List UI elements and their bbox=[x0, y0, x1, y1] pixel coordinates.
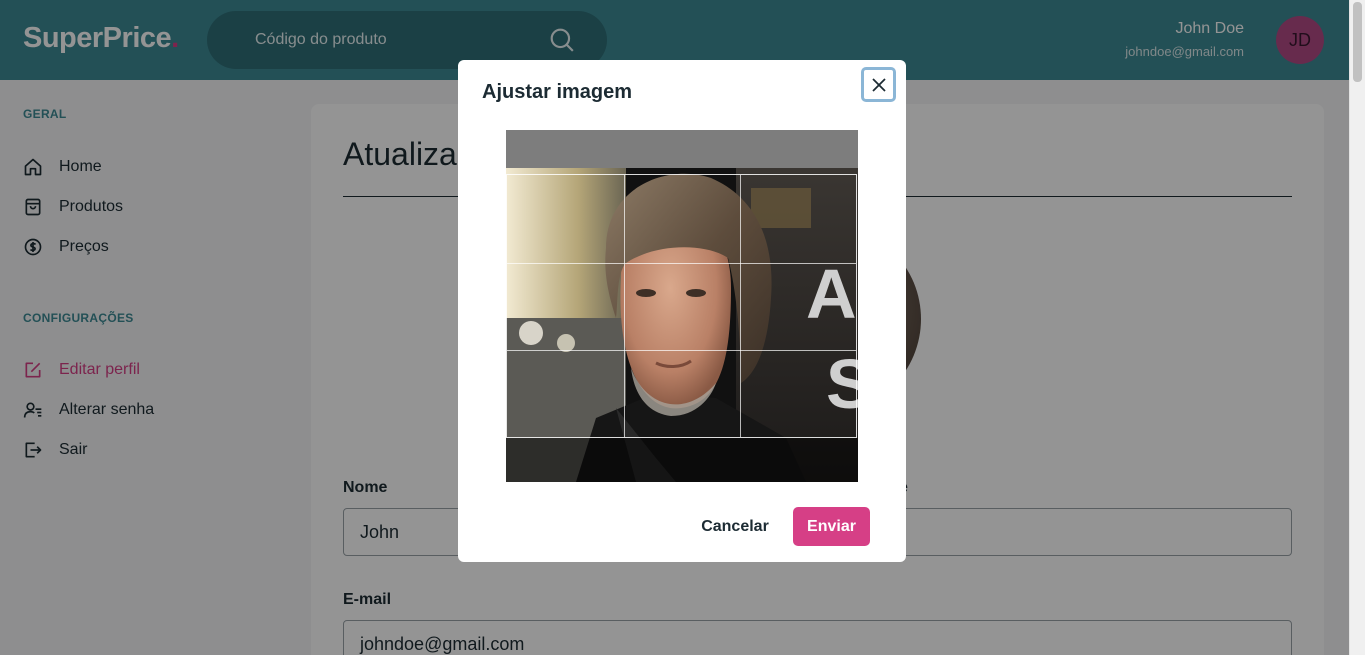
crop-outside-shade bbox=[506, 438, 858, 482]
page-scrollbar[interactable] bbox=[1349, 0, 1365, 655]
close-button[interactable] bbox=[861, 67, 896, 102]
crop-image-modal: Ajustar imagem A S Cancelar Enviar bbox=[458, 60, 906, 562]
close-icon bbox=[871, 77, 886, 92]
modal-title: Ajustar imagem bbox=[482, 81, 633, 103]
crop-grid-line bbox=[740, 175, 741, 437]
crop-grid-line bbox=[507, 263, 856, 264]
image-cropper[interactable]: A S bbox=[506, 130, 858, 482]
crop-grid-line bbox=[624, 175, 625, 437]
crop-selection[interactable] bbox=[506, 174, 857, 438]
crop-grid-line bbox=[507, 350, 856, 351]
scrollbar-thumb[interactable] bbox=[1353, 2, 1362, 82]
send-button[interactable]: Enviar bbox=[793, 507, 870, 546]
cancel-button[interactable]: Cancelar bbox=[694, 508, 776, 546]
